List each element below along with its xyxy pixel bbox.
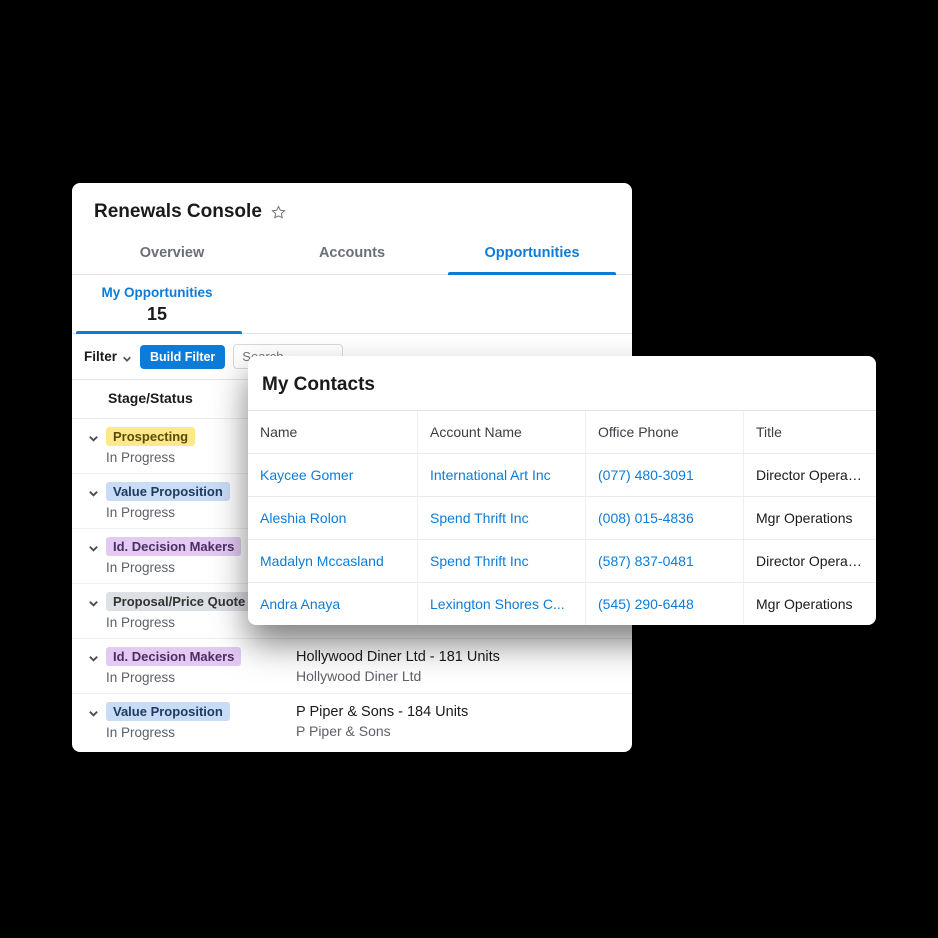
tab-row: Overview Accounts Opportunities <box>72 233 632 275</box>
contact-row: Kaycee GomerInternational Art Inc(077) 4… <box>248 453 876 496</box>
contacts-body: Kaycee GomerInternational Art Inc(077) 4… <box>248 453 876 625</box>
contact-phone-link[interactable]: (545) 290-6448 <box>586 583 744 625</box>
contacts-header-name: Name <box>248 411 418 453</box>
contact-account-link[interactable]: Spend Thrift Inc <box>418 497 586 539</box>
contact-title: Mgr Operations <box>744 583 876 625</box>
contact-phone-link[interactable]: (587) 837-0481 <box>586 540 744 582</box>
stage-badge: Value Proposition <box>106 482 230 501</box>
contact-phone-link[interactable]: (008) 015-4836 <box>586 497 744 539</box>
build-filter-button[interactable]: Build Filter <box>140 345 225 369</box>
contact-account-link[interactable]: Lexington Shores C... <box>418 583 586 625</box>
sub-tab-count: 15 <box>76 304 238 325</box>
sub-tab-label: My Opportunities <box>76 285 238 300</box>
filter-dropdown[interactable]: Filter <box>84 349 132 364</box>
tab-accounts[interactable]: Accounts <box>262 233 442 274</box>
star-icon[interactable] <box>270 203 288 221</box>
contact-name-link[interactable]: Andra Anaya <box>248 583 418 625</box>
expand-toggle[interactable] <box>80 702 106 719</box>
contacts-header-phone: Office Phone <box>586 411 744 453</box>
contact-row: Aleshia RolonSpend Thrift Inc(008) 015-4… <box>248 496 876 539</box>
contact-phone-link[interactable]: (077) 480-3091 <box>586 454 744 496</box>
panel-header: Renewals Console <box>72 183 632 233</box>
stage-column: Id. Decision Makers In Progress <box>106 647 296 685</box>
tab-opportunities[interactable]: Opportunities <box>442 233 622 274</box>
opportunity-name: P Piper & Sons - 184 Units <box>296 704 622 720</box>
contacts-title: My Contacts <box>248 356 876 410</box>
sub-tab-my-opportunities[interactable]: My Opportunities 15 <box>72 275 242 333</box>
contact-account-link[interactable]: International Art Inc <box>418 454 586 496</box>
status-text: In Progress <box>106 670 296 685</box>
contact-row: Andra AnayaLexington Shores C...(545) 29… <box>248 582 876 625</box>
page-title: Renewals Console <box>94 201 262 223</box>
contacts-header-account: Account Name <box>418 411 586 453</box>
column-header-stage: Stage/Status <box>108 390 193 406</box>
opportunity-row: Id. Decision Makers In ProgressHollywood … <box>72 639 632 694</box>
contact-title: Director Operations <box>744 540 876 582</box>
expand-toggle[interactable] <box>80 482 106 499</box>
filter-label: Filter <box>84 349 117 364</box>
detail-column: P Piper & Sons - 184 Units P Piper & Sons <box>296 702 632 739</box>
stage-badge: Id. Decision Makers <box>106 537 241 556</box>
contacts-header-title: Title <box>744 411 876 453</box>
contact-name-link[interactable]: Kaycee Gomer <box>248 454 418 496</box>
stage-badge: Prospecting <box>106 427 195 446</box>
contact-title: Mgr Operations <box>744 497 876 539</box>
contact-account-link[interactable]: Spend Thrift Inc <box>418 540 586 582</box>
detail-column: Hollywood Diner Ltd - 181 Units Hollywood… <box>296 647 632 684</box>
tab-overview[interactable]: Overview <box>82 233 262 274</box>
stage-badge: Value Proposition <box>106 702 230 721</box>
stage-badge: Id. Decision Makers <box>106 647 241 666</box>
contact-name-link[interactable]: Aleshia Rolon <box>248 497 418 539</box>
contact-row: Madalyn MccaslandSpend Thrift Inc(587) 8… <box>248 539 876 582</box>
chevron-down-icon <box>122 352 132 362</box>
contact-name-link[interactable]: Madalyn Mccasland <box>248 540 418 582</box>
opportunity-row: Value Proposition In ProgressP Piper & So… <box>72 694 632 748</box>
stage-badge: Proposal/Price Quote <box>106 592 252 611</box>
expand-toggle[interactable] <box>80 592 106 609</box>
expand-toggle[interactable] <box>80 537 106 554</box>
contacts-header-row: Name Account Name Office Phone Title <box>248 410 876 453</box>
contact-title: Director Operations <box>744 454 876 496</box>
account-name: Hollywood Diner Ltd <box>296 668 622 684</box>
status-text: In Progress <box>106 725 296 740</box>
sub-tab-row: My Opportunities 15 <box>72 275 632 334</box>
expand-toggle[interactable] <box>80 647 106 664</box>
opportunity-name: Hollywood Diner Ltd - 181 Units <box>296 649 622 665</box>
expand-toggle[interactable] <box>80 427 106 444</box>
my-contacts-panel: My Contacts Name Account Name Office Pho… <box>248 356 876 625</box>
stage-column: Value Proposition In Progress <box>106 702 296 740</box>
account-name: P Piper & Sons <box>296 723 622 739</box>
